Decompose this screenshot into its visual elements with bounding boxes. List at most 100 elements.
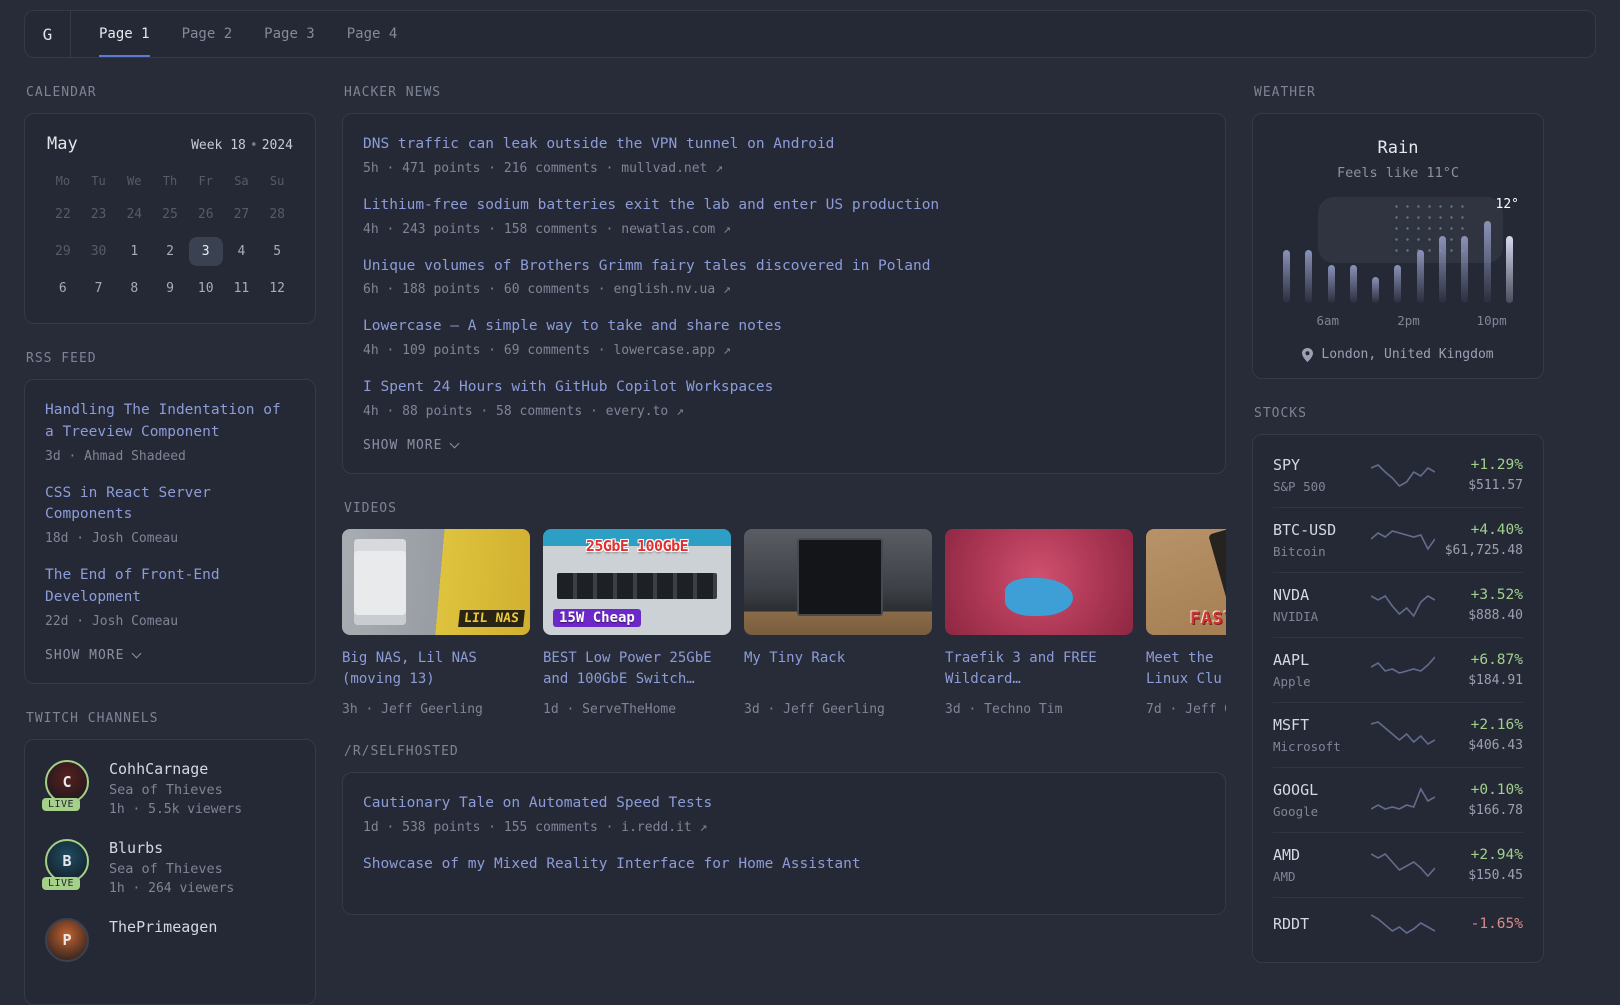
rss-item-title[interactable]: CSS in React Server Components bbox=[45, 483, 295, 527]
stock-values: +2.16% $406.43 bbox=[1435, 717, 1523, 753]
twitch-channel[interactable]: C LIVE CohhCarnage Sea of Thieves 1h · 5.5k … bbox=[42, 759, 295, 817]
hn-item-title[interactable]: Unique volumes of Brothers Grimm fairy t… bbox=[363, 256, 1205, 278]
weather-bar bbox=[1461, 235, 1469, 303]
hn-item-title[interactable]: I Spent 24 Hours with GitHub Copilot Wor… bbox=[363, 377, 1205, 399]
calendar-day: 12 bbox=[269, 281, 285, 296]
stock-symbol: NVDA bbox=[1273, 586, 1310, 604]
rss-item: Handling The Indentation of a Treeview C… bbox=[45, 400, 295, 464]
hn-item-title[interactable]: DNS traffic can leak outside the VPN tun… bbox=[363, 134, 1205, 156]
tab-page-4[interactable]: Page 4 bbox=[347, 11, 398, 57]
chevron-down-icon bbox=[132, 648, 142, 658]
video-card[interactable]: 25GbE 100GbE 15W Cheap BEST Low Power 25Gb… bbox=[543, 528, 731, 717]
stock-change: +6.87% bbox=[1470, 652, 1523, 668]
stock-name: Apple bbox=[1273, 674, 1311, 689]
stock-row[interactable]: GOOGL Google +0.10% $166.78 bbox=[1273, 767, 1523, 832]
rss-show-more-button[interactable]: SHOW MORE bbox=[45, 648, 295, 663]
stock-row[interactable]: BTC-USD Bitcoin +4.40% $61,725.48 bbox=[1273, 507, 1523, 572]
calendar-widget: May Week 18 • 2024 Mo Tu We Th Fr Sa Su 22 23 24 25 2… bbox=[24, 113, 316, 324]
calendar-month: May bbox=[47, 134, 78, 154]
stock-sparkline bbox=[1370, 655, 1435, 685]
hn-item: Lithium-free sodium batteries exit the l… bbox=[363, 195, 1205, 237]
hn-item: DNS traffic can leak outside the VPN tun… bbox=[363, 134, 1205, 176]
video-title[interactable]: Meet the Linux Clu bbox=[1146, 648, 1226, 693]
stock-name: NVIDIA bbox=[1273, 609, 1319, 624]
reddit-widget: Cautionary Tale on Automated Speed Tests… bbox=[342, 771, 1226, 916]
calendar-day: 1 bbox=[130, 244, 139, 259]
hn-item-meta: 5h · 471 points · 216 comments · mullvad… bbox=[363, 160, 724, 176]
calendar-header: May Week 18 • 2024 bbox=[45, 134, 295, 154]
reddit-item-title[interactable]: Showcase of my Mixed Reality Interface f… bbox=[363, 854, 1205, 876]
stock-values: +4.40% $61,725.48 bbox=[1435, 522, 1523, 558]
hn-item: Unique volumes of Brothers Grimm fairy t… bbox=[363, 256, 1205, 298]
video-title[interactable]: Traefik 3 and FREE Wildcard… bbox=[945, 648, 1133, 693]
tab-page-1[interactable]: Page 1 bbox=[99, 11, 150, 57]
weather-bar bbox=[1349, 264, 1357, 303]
channel-name[interactable]: Blurbs bbox=[109, 839, 234, 857]
stock-id: RDDT bbox=[1273, 915, 1371, 938]
video-thumbnail[interactable] bbox=[945, 528, 1133, 635]
stock-name: Microsoft bbox=[1273, 739, 1341, 754]
stock-row[interactable]: AAPL Apple +6.87% $184.91 bbox=[1273, 637, 1523, 702]
twitch-channel[interactable]: B LIVE Blurbs Sea of Thieves 1h · 264 viewer… bbox=[42, 838, 295, 896]
video-thumbnail[interactable]: LIL NAS bbox=[342, 528, 530, 635]
twitch-channel[interactable]: P ThePrimeagen bbox=[45, 917, 295, 962]
stock-row[interactable]: NVDA NVIDIA +3.52% $888.40 bbox=[1273, 572, 1523, 637]
stock-id: MSFT Microsoft bbox=[1273, 716, 1371, 754]
calendar-year: 2024 bbox=[261, 138, 293, 153]
stock-values: +1.29% $511.57 bbox=[1435, 457, 1523, 493]
calendar-day-header: Su bbox=[269, 174, 285, 188]
stock-row[interactable]: SPY S&P 500 +1.29% $511.57 bbox=[1273, 443, 1523, 507]
stock-change: +2.16% bbox=[1470, 717, 1523, 733]
hn-section-title: HACKER NEWS bbox=[344, 85, 442, 100]
hn-item-title[interactable]: Lowercase – A simple way to take and sha… bbox=[363, 316, 1205, 338]
stock-row[interactable]: AMD AMD +2.94% $150.45 bbox=[1273, 832, 1523, 897]
top-nav: G Page 1 Page 2 Page 3 Page 4 bbox=[24, 10, 1596, 58]
stock-row[interactable]: RDDT -1.65% bbox=[1273, 897, 1523, 954]
video-card[interactable]: LIL NAS Big NAS, Lil NAS (moving 13) 3h · … bbox=[342, 528, 530, 717]
calendar-day-header: We bbox=[127, 174, 142, 188]
video-card[interactable]: Traefik 3 and FREE Wildcard… 3d · Techno … bbox=[945, 528, 1133, 717]
weather-bar bbox=[1394, 264, 1402, 303]
weather-condition: Rain bbox=[1377, 138, 1419, 158]
stock-row[interactable]: MSFT Microsoft +2.16% $406.43 bbox=[1273, 702, 1523, 767]
reddit-list: Cautionary Tale on Automated Speed Tests… bbox=[363, 793, 1205, 876]
video-meta: 3d · Jeff Geerling bbox=[744, 701, 885, 717]
video-thumbnail[interactable] bbox=[744, 528, 932, 635]
weather-bars bbox=[1281, 207, 1515, 303]
rss-item-title[interactable]: The End of Front-End Development bbox=[45, 565, 295, 609]
rss-item-title[interactable]: Handling The Indentation of a Treeview C… bbox=[45, 400, 295, 444]
channel-name[interactable]: CohhCarnage bbox=[109, 760, 242, 778]
video-title[interactable]: My Tiny Rack bbox=[744, 648, 932, 693]
calendar-day: 9 bbox=[166, 281, 174, 296]
video-title[interactable]: BEST Low Power 25GbE and 100GbE Switch… bbox=[543, 648, 731, 693]
channel-game: Sea of Thieves bbox=[109, 860, 223, 877]
tab-page-2[interactable]: Page 2 bbox=[182, 11, 233, 57]
stocks-list: SPY S&P 500 +1.29% $511.57 BTC-USD Bitcoin +4.… bbox=[1273, 443, 1523, 954]
calendar-day: 30 bbox=[90, 244, 107, 259]
video-title[interactable]: Big NAS, Lil NAS (moving 13) bbox=[342, 648, 530, 693]
hn-show-more-button[interactable]: SHOW MORE bbox=[363, 438, 1205, 453]
calendar-week-year: Week 18 • 2024 bbox=[191, 138, 293, 153]
video-thumbnail[interactable]: FAST bbox=[1146, 528, 1226, 635]
calendar-day: 25 bbox=[162, 207, 178, 222]
tab-page-3[interactable]: Page 3 bbox=[264, 11, 315, 57]
video-card[interactable]: My Tiny Rack 3d · Jeff Geerling bbox=[744, 528, 932, 717]
video-meta: 1d · ServeTheHome bbox=[543, 701, 677, 717]
rss-widget: Handling The Indentation of a Treeview C… bbox=[24, 379, 316, 684]
hn-item: Lowercase – A simple way to take and sha… bbox=[363, 316, 1205, 358]
twitch-section-title: TWITCH CHANNELS bbox=[26, 710, 159, 726]
video-thumbnail[interactable]: 25GbE 100GbE 15W Cheap bbox=[543, 528, 731, 635]
stocks-widget: SPY S&P 500 +1.29% $511.57 BTC-USD Bitcoin +4.… bbox=[1252, 434, 1544, 963]
twitch-list: C LIVE CohhCarnage Sea of Thieves 1h · 5.5k … bbox=[42, 759, 295, 962]
avatar: C LIVE bbox=[42, 759, 93, 811]
app-logo[interactable]: G bbox=[25, 11, 71, 57]
channel-name[interactable]: ThePrimeagen bbox=[109, 918, 217, 936]
stock-name: Google bbox=[1273, 804, 1319, 819]
video-card[interactable]: FAST Meet the Linux Clu 7d · Jeff Geerling bbox=[1146, 528, 1226, 717]
weather-feels-like: Feels like 11°C bbox=[1337, 165, 1459, 181]
hn-item-title[interactable]: Lithium-free sodium batteries exit the l… bbox=[363, 195, 1205, 217]
stock-values: +2.94% $150.45 bbox=[1435, 847, 1523, 883]
reddit-item-title[interactable]: Cautionary Tale on Automated Speed Tests bbox=[363, 793, 1205, 815]
channel-game: Sea of Thieves bbox=[109, 781, 223, 798]
weather-bar bbox=[1327, 264, 1335, 303]
